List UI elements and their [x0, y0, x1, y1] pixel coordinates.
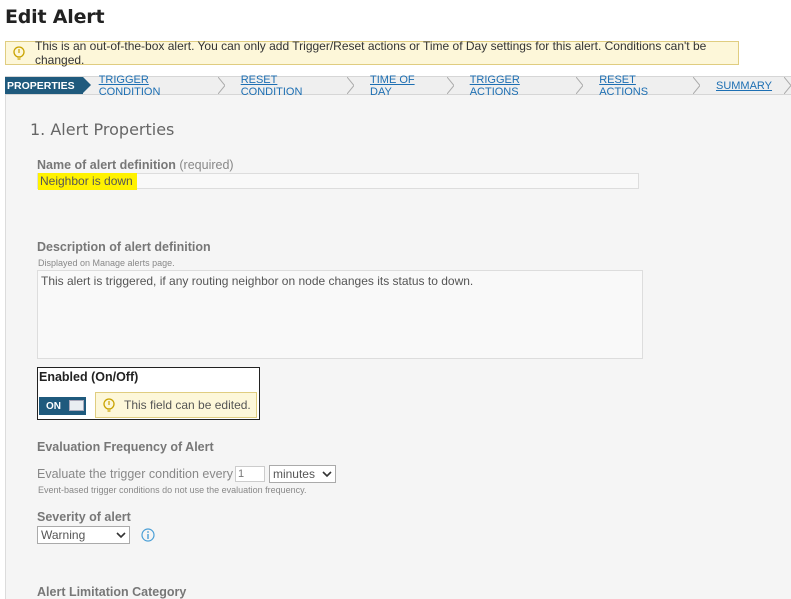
- name-label-text: Name of alert definition: [37, 158, 176, 172]
- step-reset-condition[interactable]: RESET CONDITION: [237, 74, 339, 98]
- page-title: Edit Alert: [5, 6, 105, 28]
- description-label: Description of alert definition: [37, 240, 211, 254]
- lightbulb-icon: [102, 398, 116, 412]
- toggle-knob: [69, 400, 84, 411]
- step-trigger-condition[interactable]: TRIGGER CONDITION: [95, 74, 210, 98]
- chevron-right-icon: [347, 77, 354, 94]
- properties-panel: 1. Alert Properties Name of alert defini…: [5, 95, 791, 599]
- step-properties[interactable]: PROPERTIES: [5, 77, 91, 94]
- description-textarea[interactable]: This alert is triggered, if any routing …: [37, 270, 643, 359]
- wizard-steps: PROPERTIES TRIGGER CONDITION RESET CONDI…: [5, 74, 791, 98]
- frequency-input[interactable]: 1: [234, 466, 265, 482]
- chevron-right-icon: [784, 77, 791, 94]
- enabled-toggle[interactable]: ON: [39, 397, 86, 415]
- evaluation-row: Evaluate the trigger condition every 1 m…: [37, 465, 336, 483]
- alert-name-field[interactable]: Neighbor is down: [37, 173, 639, 190]
- editable-tip: This field can be edited.: [95, 392, 257, 418]
- tip-text: This field can be edited.: [124, 398, 251, 412]
- chevron-right-icon: [446, 77, 454, 94]
- step-summary[interactable]: SUMMARY: [712, 80, 776, 92]
- toggle-state: ON: [46, 400, 61, 412]
- enabled-section: Enabled (On/Off) ON This field can be ed…: [37, 367, 260, 420]
- step-label: TIME OF DAY: [370, 73, 415, 98]
- severity-value: Warning: [41, 528, 86, 542]
- chevron-down-icon: [116, 528, 126, 542]
- evaluation-hint: Event-based trigger conditions do not us…: [38, 485, 307, 495]
- step-label: TRIGGER ACTIONS: [469, 73, 520, 98]
- evaluation-label: Evaluation Frequency of Alert: [37, 440, 214, 454]
- frequency-unit-select[interactable]: minutes: [268, 465, 336, 483]
- chevron-right-icon: [692, 77, 700, 94]
- step-label: SUMMARY: [715, 79, 773, 92]
- description-hint: Displayed on Manage alerts page.: [38, 258, 175, 268]
- step-time-of-day[interactable]: TIME OF DAY: [366, 74, 439, 98]
- step-label: RESET CONDITION: [240, 73, 303, 98]
- name-label: Name of alert definition (required): [37, 158, 234, 172]
- lightbulb-icon: [12, 46, 26, 60]
- evaluation-prefix: Evaluate the trigger condition every: [37, 467, 233, 481]
- unit-value: minutes: [272, 467, 315, 481]
- chevron-down-icon: [322, 467, 332, 481]
- step-trigger-actions[interactable]: TRIGGER ACTIONS: [466, 74, 569, 98]
- section-title: 1. Alert Properties: [30, 120, 175, 139]
- info-icon[interactable]: [141, 528, 155, 542]
- step-label: TRIGGER CONDITION: [98, 73, 161, 98]
- chevron-right-icon: [576, 77, 584, 94]
- severity-label: Severity of alert: [37, 510, 131, 524]
- alert-name-value: Neighbor is down: [38, 173, 137, 190]
- severity-row: Warning: [37, 526, 155, 544]
- limitation-label: Alert Limitation Category: [37, 585, 187, 599]
- notice-text: This is an out-of-the-box alert. You can…: [35, 39, 707, 67]
- step-reset-actions[interactable]: RESET ACTIONS: [595, 74, 685, 98]
- severity-select[interactable]: Warning: [37, 526, 130, 544]
- readonly-notice: This is an out-of-the-box alert. You can…: [5, 39, 739, 67]
- enabled-label: Enabled (On/Off): [39, 370, 139, 384]
- chevron-right-icon: [217, 77, 225, 94]
- required-marker: (required): [179, 158, 234, 172]
- step-label: RESET ACTIONS: [599, 73, 649, 98]
